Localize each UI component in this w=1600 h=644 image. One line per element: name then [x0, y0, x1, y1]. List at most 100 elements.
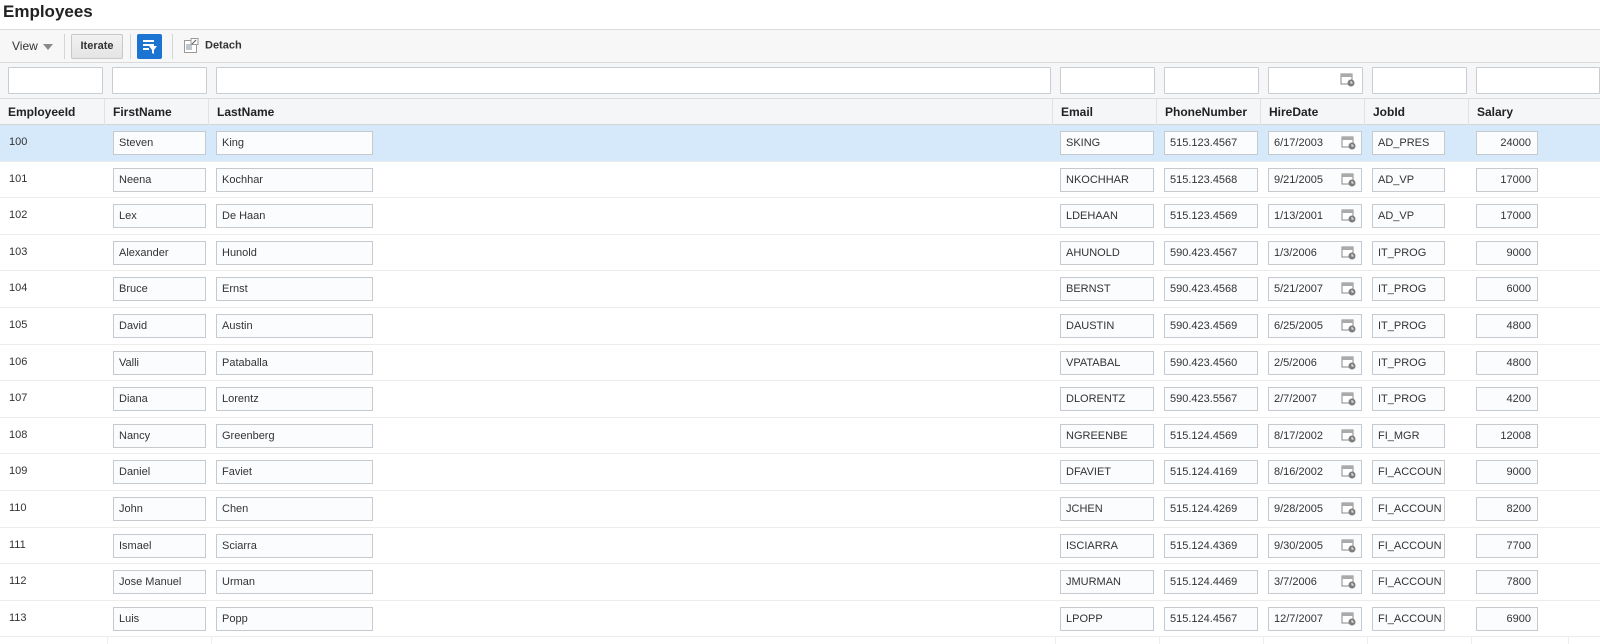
table-row[interactable]: 102 Lex De Haan LDEHAAN 515.123.4569 1/13/200…	[0, 198, 1600, 235]
column-header-email[interactable]: Email	[1052, 99, 1156, 125]
calendar-icon[interactable]	[1341, 574, 1357, 590]
detach-button[interactable]: Detach	[184, 30, 242, 63]
lastname-field[interactable]: Popp	[216, 606, 373, 631]
phonenumber-field[interactable]: 590.423.4560	[1164, 350, 1258, 375]
phonenumber-field[interactable]: 515.123.4567	[1164, 131, 1258, 155]
calendar-icon[interactable]	[1340, 72, 1356, 88]
hiredate-field[interactable]: 2/5/2006	[1268, 350, 1362, 375]
jobid-field[interactable]: IT_PROG	[1372, 277, 1445, 302]
table-row[interactable]: 100 Steven King SKING 515.123.4567 6/17/2003 A…	[0, 125, 1600, 162]
table-row[interactable]: 103 Alexander Hunold AHUNOLD 590.423.4567 1/3…	[0, 234, 1600, 272]
calendar-icon[interactable]	[1341, 281, 1357, 297]
phonenumber-field[interactable]: 515.124.4569	[1164, 423, 1258, 448]
email-field[interactable]: SKING	[1060, 131, 1154, 155]
calendar-icon[interactable]	[1341, 538, 1357, 554]
firstname-field[interactable]: Daniel	[113, 460, 206, 485]
lastname-field[interactable]: Sciarra	[216, 533, 373, 558]
salary-field[interactable]: 4800	[1476, 350, 1538, 375]
hiredate-field[interactable]: 9/30/2005	[1268, 533, 1362, 558]
salary-filter[interactable]	[1476, 67, 1600, 94]
lastname-field[interactable]: Hunold	[216, 240, 373, 265]
salary-field[interactable]: 9000	[1476, 240, 1538, 265]
email-field[interactable]: VPATABAL	[1060, 350, 1154, 375]
table-row[interactable]: 113 Luis Popp LPOPP 515.124.4567 12/7/2007 FI_…	[0, 600, 1600, 638]
phonenumber-field[interactable]: 515.123.4569	[1164, 204, 1258, 229]
hiredate-field[interactable]: 8/16/2002	[1268, 460, 1362, 485]
email-field[interactable]: ISCIARRA	[1060, 533, 1154, 558]
calendar-icon[interactable]	[1341, 611, 1357, 627]
jobid-field[interactable]: FI_ACCOUN	[1372, 496, 1445, 521]
firstname-field[interactable]: John	[113, 496, 206, 521]
email-field[interactable]: JCHEN	[1060, 496, 1154, 521]
email-filter[interactable]	[1060, 67, 1155, 94]
table-row[interactable]: 110 John Chen JCHEN 515.124.4269 9/28/2005 FI_…	[0, 490, 1600, 528]
calendar-icon[interactable]	[1341, 135, 1357, 151]
table-row[interactable]: 107 Diana Lorentz DLORENTZ 590.423.5567 2/7/2…	[0, 381, 1600, 418]
phonenumber-field[interactable]: 590.423.4569	[1164, 313, 1258, 338]
firstname-field[interactable]: Lex	[113, 204, 206, 229]
salary-field[interactable]: 4800	[1476, 313, 1538, 338]
jobid-filter[interactable]	[1372, 67, 1467, 94]
column-header-employeeid[interactable]: EmployeeId	[0, 99, 107, 125]
table-row[interactable]: 101 Neena Kochhar NKOCHHAR 515.123.4568 9/21/…	[0, 161, 1600, 199]
salary-field[interactable]: 6900	[1476, 606, 1538, 631]
firstname-field[interactable]: Neena	[113, 167, 206, 192]
phonenumber-field[interactable]: 515.123.4568	[1164, 167, 1258, 192]
table-row[interactable]: 104 Bruce Ernst BERNST 590.423.4568 5/21/2007…	[0, 271, 1600, 308]
hiredate-field[interactable]: 9/28/2005	[1268, 496, 1362, 521]
hiredate-field[interactable]: 3/7/2006	[1268, 570, 1362, 595]
calendar-icon[interactable]	[1341, 428, 1357, 444]
jobid-field[interactable]: AD_VP	[1372, 167, 1445, 192]
firstname-field[interactable]: Alexander	[113, 240, 206, 265]
calendar-icon[interactable]	[1341, 208, 1357, 224]
table-row[interactable]: 111 Ismael Sciarra ISCIARRA 515.124.4369 9/30…	[0, 527, 1600, 565]
email-field[interactable]: JMURMAN	[1060, 570, 1154, 595]
firstname-field[interactable]: David	[113, 313, 206, 338]
phonenumber-field[interactable]: 515.124.4169	[1164, 460, 1258, 485]
firstname-field[interactable]: Jose Manuel	[113, 570, 206, 595]
hiredate-field[interactable]: 8/17/2002	[1268, 423, 1362, 448]
table-row[interactable]: 109 Daniel Faviet DFAVIET 515.124.4169 8/16/2…	[0, 454, 1600, 491]
jobid-field[interactable]: FI_ACCOUN	[1372, 570, 1445, 595]
jobid-field[interactable]: IT_PROG	[1372, 387, 1445, 412]
column-header-phonenumber[interactable]: PhoneNumber	[1156, 99, 1260, 125]
salary-field[interactable]: 6000	[1476, 277, 1538, 302]
lastname-field[interactable]: Ernst	[216, 277, 373, 302]
lastname-field[interactable]: Greenberg	[216, 423, 373, 448]
email-field[interactable]: NKOCHHAR	[1060, 167, 1154, 192]
email-field[interactable]: DAUSTIN	[1060, 313, 1154, 338]
lastname-field[interactable]: King	[216, 131, 373, 155]
lastname-field[interactable]: Lorentz	[216, 387, 373, 412]
salary-field[interactable]: 7800	[1476, 570, 1538, 595]
jobid-field[interactable]: AD_PRES	[1372, 131, 1445, 155]
table-row[interactable]: 105 David Austin DAUSTIN 590.423.4569 6/25/20…	[0, 307, 1600, 345]
calendar-icon[interactable]	[1341, 355, 1357, 371]
lastname-field[interactable]: Urman	[216, 570, 373, 595]
column-header-hiredate[interactable]: HireDate	[1260, 99, 1364, 125]
phonenumber-field[interactable]: 515.124.4269	[1164, 496, 1258, 521]
lastname-field[interactable]: Chen	[216, 496, 373, 521]
firstname-field[interactable]: Bruce	[113, 277, 206, 302]
salary-field[interactable]: 17000	[1476, 167, 1538, 192]
hiredate-field[interactable]: 1/3/2006	[1268, 240, 1362, 265]
salary-field[interactable]: 4200	[1476, 387, 1538, 412]
phonenumber-field[interactable]: 515.124.4567	[1164, 606, 1258, 631]
iterate-button[interactable]: Iterate	[71, 34, 123, 59]
lastname-field[interactable]: Pataballa	[216, 350, 373, 375]
firstname-field[interactable]: Ismael	[113, 533, 206, 558]
firstname-field[interactable]: Diana	[113, 387, 206, 412]
firstname-field[interactable]: Valli	[113, 350, 206, 375]
lastname-field[interactable]: Faviet	[216, 460, 373, 485]
lastname-filter[interactable]	[216, 67, 1051, 94]
lastname-field[interactable]: Kochhar	[216, 167, 373, 192]
table-row[interactable]: 112 Jose Manuel Urman JMURMAN 515.124.4469 3/…	[0, 564, 1600, 601]
phonenumber-field[interactable]: 515.124.4369	[1164, 533, 1258, 558]
calendar-icon[interactable]	[1341, 172, 1357, 188]
view-menu[interactable]: View	[12, 30, 53, 63]
firstname-field[interactable]: Luis	[113, 606, 206, 631]
calendar-icon[interactable]	[1341, 391, 1357, 407]
phonenumber-field[interactable]: 590.423.5567	[1164, 387, 1258, 412]
table-row[interactable]: 106 Valli Pataballa VPATABAL 590.423.4560 2/5…	[0, 344, 1600, 382]
hiredate-field[interactable]: 6/25/2005	[1268, 313, 1362, 338]
column-header-lastname[interactable]: LastName	[208, 99, 1052, 125]
